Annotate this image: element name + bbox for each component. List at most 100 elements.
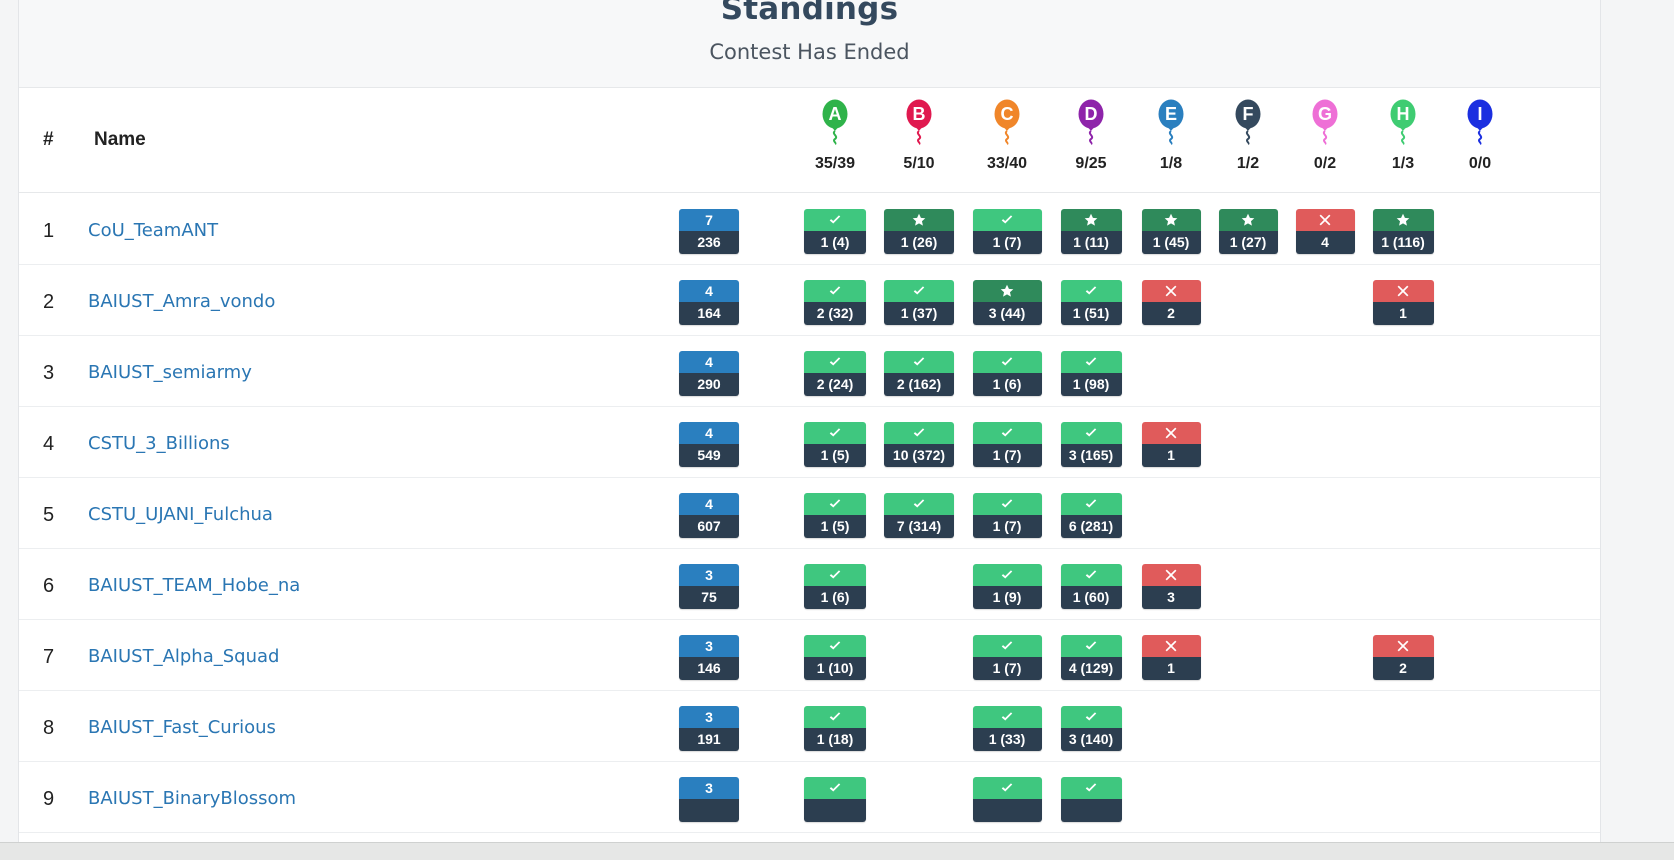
submission-cell-h[interactable]: 1: [1372, 280, 1434, 325]
submission-cell-g[interactable]: 4: [1295, 209, 1355, 254]
submission-cell-c[interactable]: 1 (33): [972, 706, 1042, 751]
balloon-icon: H: [1389, 99, 1417, 145]
problem-stat: 9/25: [1075, 155, 1107, 172]
submission-cell-h[interactable]: 1 (116): [1372, 209, 1434, 254]
submission-cell-c[interactable]: 1 (7): [972, 493, 1042, 538]
submission-cell-c[interactable]: 3 (44): [972, 280, 1042, 325]
submission-cell-d[interactable]: 1 (11): [1060, 209, 1122, 254]
submission-cell-h[interactable]: 2: [1372, 635, 1434, 680]
row-rank: 4: [43, 433, 55, 455]
submission-cell-d[interactable]: 1 (98): [1060, 351, 1122, 396]
problem-header-e[interactable]: E 1/8: [1136, 99, 1206, 173]
problem-header-c[interactable]: C 33/40: [972, 99, 1042, 173]
table-row: 2 BAIUST_Amra_vondo 4 164 2 (32) 1 (37) 3 (44)…: [19, 265, 1600, 336]
submission-cell-b[interactable]: 2 (162): [884, 351, 954, 396]
check-icon: [804, 564, 866, 586]
problem-header-b[interactable]: B 5/10: [884, 99, 954, 173]
team-name-link[interactable]: BAIUST_TEAM_Hobe_na: [88, 575, 300, 596]
submission-cell-d[interactable]: 3 (165): [1060, 422, 1122, 467]
team-name-link[interactable]: BAIUST_Amra_vondo: [88, 291, 275, 312]
submission-cell-a[interactable]: 1 (10): [804, 635, 866, 680]
balloon-icon: A: [821, 99, 849, 145]
problem-header-f[interactable]: F 1/2: [1213, 99, 1283, 173]
submission-cell-d[interactable]: 4 (129): [1060, 635, 1122, 680]
submission-cell-d[interactable]: [1060, 777, 1122, 822]
submission-cell-b[interactable]: 1 (26): [884, 209, 954, 254]
submission-cell-a[interactable]: 1 (18): [804, 706, 866, 751]
check-icon: [1060, 635, 1122, 657]
page: Standings Contest Has Ended # Name A 35/3…: [0, 0, 1674, 860]
problem-header-a[interactable]: A 35/39: [800, 99, 870, 173]
score-badge: 3: [679, 777, 739, 822]
table-row: 6 BAIUST_TEAM_Hobe_na 3 75 1 (6) 1 (9) 1 (60) 3: [19, 549, 1600, 620]
problem-header-i[interactable]: I 0/0: [1445, 99, 1515, 173]
check-icon: [804, 706, 866, 728]
submission-cell-e[interactable]: 1 (45): [1141, 209, 1201, 254]
submission-cell-a[interactable]: 2 (32): [804, 280, 866, 325]
column-name: Name: [94, 129, 146, 150]
submission-cell-d[interactable]: 6 (281): [1060, 493, 1122, 538]
check-icon: [972, 422, 1042, 444]
cross-icon: [1372, 635, 1434, 657]
submission-cell-a[interactable]: 1 (5): [804, 422, 866, 467]
check-icon: [972, 493, 1042, 515]
submission-cell-a[interactable]: 2 (24): [804, 351, 866, 396]
penalty-time: 290: [679, 373, 739, 396]
check-icon: [1060, 351, 1122, 373]
submission-cell-f[interactable]: 1 (27): [1218, 209, 1278, 254]
attempts-time: 1 (7): [972, 444, 1042, 467]
submission-cell-b[interactable]: 1 (37): [884, 280, 954, 325]
submission-cell-b[interactable]: 10 (372): [884, 422, 954, 467]
problem-letter: H: [1396, 104, 1410, 124]
submission-cell-c[interactable]: 1 (6): [972, 351, 1042, 396]
attempts-time: 1 (116): [1372, 231, 1434, 254]
submission-cell-a[interactable]: 1 (4): [804, 209, 866, 254]
team-name-link[interactable]: CSTU_3_Billions: [88, 433, 230, 454]
team-name-link[interactable]: BAIUST_Fast_Curious: [88, 717, 276, 738]
submission-cell-c[interactable]: [972, 777, 1042, 822]
balloon-icon: C: [993, 99, 1021, 145]
score-badge: 3 75: [679, 564, 739, 609]
submission-cell-e[interactable]: 1: [1141, 422, 1201, 467]
check-icon: [804, 209, 866, 231]
problem-stat: 35/39: [814, 155, 856, 172]
problem-letter: F: [1242, 104, 1254, 124]
submission-cell-a[interactable]: [804, 777, 866, 822]
submission-cell-a[interactable]: 1 (6): [804, 564, 866, 609]
problem-header-d[interactable]: D 9/25: [1056, 99, 1126, 173]
submission-cell-d[interactable]: 1 (60): [1060, 564, 1122, 609]
attempts-time: 1 (37): [884, 302, 954, 325]
submission-cell-c[interactable]: 1 (7): [972, 635, 1042, 680]
submission-cell-e[interactable]: 2: [1141, 280, 1201, 325]
problem-letter: B: [912, 104, 926, 124]
problem-header-g[interactable]: G 0/2: [1290, 99, 1360, 173]
cross-icon: [1141, 564, 1201, 586]
submission-cell-a[interactable]: 1 (5): [804, 493, 866, 538]
team-name-link[interactable]: CoU_TeamANT: [88, 220, 218, 241]
attempts-time: 1 (98): [1060, 373, 1122, 396]
star-icon: [1372, 209, 1434, 231]
check-icon: [972, 635, 1042, 657]
score-badge: 4 290: [679, 351, 739, 396]
problem-letter: G: [1317, 104, 1332, 124]
team-name-link[interactable]: BAIUST_semiarmy: [88, 362, 252, 383]
team-name-link[interactable]: CSTU_UJANI_Fulchua: [88, 504, 273, 525]
submission-cell-c[interactable]: 1 (7): [972, 209, 1042, 254]
submission-cell-e[interactable]: 1: [1141, 635, 1201, 680]
attempts-time: 10 (372): [884, 444, 954, 467]
team-name-link[interactable]: BAIUST_Alpha_Squad: [88, 646, 279, 667]
star-icon: [972, 280, 1042, 302]
submission-cell-b[interactable]: 7 (314): [884, 493, 954, 538]
problem-header-h[interactable]: H 1/3: [1368, 99, 1438, 173]
attempts-time: 1 (11): [1060, 231, 1122, 254]
submission-cell-c[interactable]: 1 (9): [972, 564, 1042, 609]
problem-letter: E: [1164, 104, 1177, 124]
penalty-time: 236: [679, 231, 739, 254]
team-name-link[interactable]: BAIUST_BinaryBlossom: [88, 788, 296, 809]
submission-cell-d[interactable]: 3 (140): [1060, 706, 1122, 751]
submission-cell-c[interactable]: 1 (7): [972, 422, 1042, 467]
attempts-time: 1: [1141, 444, 1201, 467]
submission-cell-e[interactable]: 3: [1141, 564, 1201, 609]
balloon-icon: E: [1157, 99, 1185, 145]
submission-cell-d[interactable]: 1 (51): [1060, 280, 1122, 325]
